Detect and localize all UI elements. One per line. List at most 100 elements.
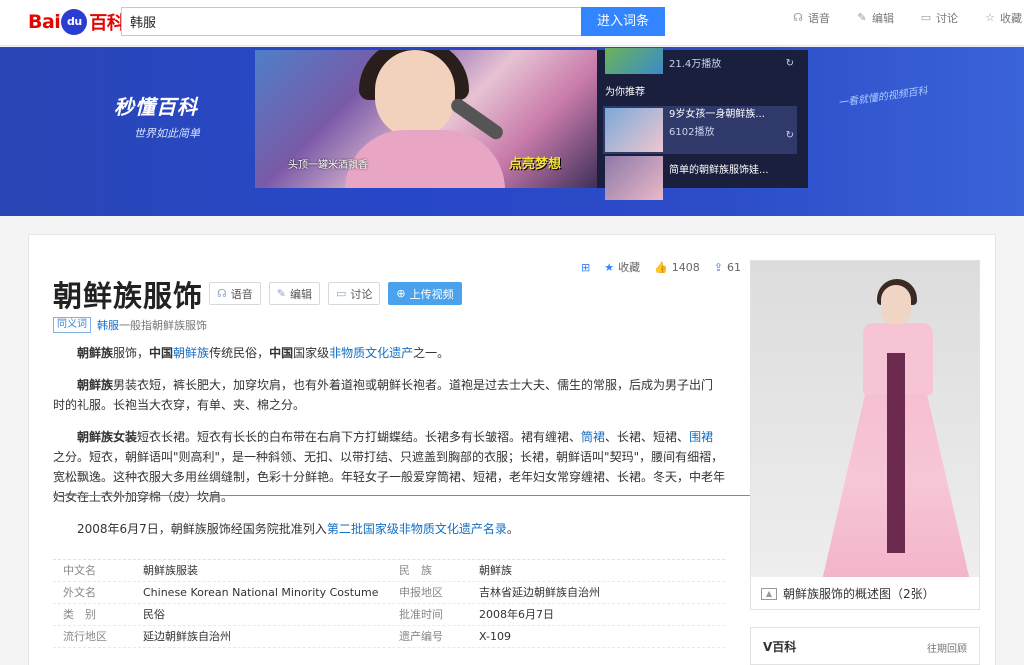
info-value-link[interactable]: 朝鲜族: [479, 560, 725, 581]
vbaike-title: V百科: [763, 640, 797, 654]
info-value: X-109: [479, 630, 511, 643]
recommend-panel: 21.4万播放 ↻ 为你推荐 9岁女孩一身朝鲜族... 6102播放 ↻ 简单的…: [597, 48, 808, 200]
text: 服饰，: [113, 346, 150, 360]
entry-toolbar: ☊ 语音 ✎ 编辑 ▭ 讨论 ⊕ 上传视频: [209, 282, 462, 305]
voice-label: 语音: [808, 12, 830, 25]
discuss-button[interactable]: ▭ 讨论: [328, 282, 381, 305]
info-value-link[interactable]: 民俗: [143, 604, 399, 625]
baidu-baike-logo[interactable]: Bai du 百科: [28, 6, 125, 38]
voice-button[interactable]: ☊ 语音: [209, 282, 261, 305]
video-frame-face: [375, 50, 455, 138]
top-bar: Baidu百科 进入词条 ☊ 语音 ✎ 编辑 ▭ 讨论 ☆ 收藏: [0, 0, 1024, 46]
link-intangible-heritage[interactable]: 非物质文化遗产: [329, 346, 413, 360]
like-count: 1408: [671, 260, 700, 274]
paw-icon: du: [61, 9, 88, 35]
video-frame-hanbok: [345, 130, 505, 188]
replay-icon[interactable]: ↻: [786, 130, 794, 141]
logo-text-bai: Bai: [28, 11, 61, 33]
video-views: 6102播放: [669, 127, 715, 138]
gallery-icon: ▲: [761, 587, 777, 600]
video-views: 21.4万播放: [669, 59, 722, 70]
text: 传统民俗，: [209, 346, 270, 360]
info-key: 类 别: [63, 608, 96, 621]
discuss-action[interactable]: ▭ 讨论: [920, 10, 958, 26]
banner-slogan: 一看就懂的视频百科: [837, 85, 929, 110]
info-value-link[interactable]: 吉林省延边朝鲜族自治州: [479, 582, 725, 603]
page-title: 朝鲜族服饰: [53, 279, 204, 313]
link-weiqun[interactable]: 围裙: [689, 430, 713, 444]
top-actions: ☊ 语音 ✎ 编辑 ▭ 讨论 ☆ 收藏: [792, 10, 1022, 26]
share-icon: ⇪: [713, 260, 724, 274]
info-key: 民 族: [399, 564, 432, 577]
text: 2008年6月7日，朝鲜族服饰经国务院批准列入: [77, 522, 327, 536]
synonym-tag: 同义词: [53, 317, 91, 333]
upload-video-label: 上传视频: [409, 287, 454, 301]
video-item-1[interactable]: 9岁女孩一身朝鲜族... 6102播放: [603, 106, 797, 154]
video-caption: 头顶一罐米酒飘香: [288, 160, 368, 171]
info-key: 外文名: [63, 586, 96, 599]
table-row: 流行地区 延边朝鲜族自治州 遗产编号 X-109: [53, 626, 725, 648]
synonym-link[interactable]: 韩服: [97, 319, 119, 332]
basic-info-table: 中文名 朝鲜族服装 民 族 朝鲜族 外文名 Chinese Korean Nat…: [53, 559, 725, 648]
info-value: 朝鲜族服装: [143, 564, 198, 577]
miaodong-logo[interactable]: 秒懂百科: [114, 91, 198, 120]
upload-video-button[interactable]: ⊕ 上传视频: [388, 282, 462, 305]
link-chaoxianzu[interactable]: 朝鲜族: [173, 346, 209, 360]
info-key: 中文名: [63, 564, 96, 577]
text: 。: [506, 522, 519, 536]
hanbok-photo[interactable]: [751, 261, 979, 577]
entry-summary: 朝鲜族服饰，中国朝鲜族传统民俗，中国国家级非物质文化遗产之一。 朝鲜族男装衣短，…: [53, 343, 725, 551]
discuss-label: 讨论: [936, 12, 958, 25]
miaodong-banner: 秒懂百科 世界如此简单 一看就懂的视频百科 头顶一罐米酒飘香 点亮梦想 21.4…: [0, 47, 1024, 216]
table-row: 中文名 朝鲜族服装 民 族 朝鲜族: [53, 560, 725, 582]
edit-label: 编辑: [872, 12, 894, 25]
chat-icon: ▭: [336, 287, 347, 300]
voice-action[interactable]: ☊ 语音: [792, 10, 830, 26]
replay-icon[interactable]: ↻: [786, 58, 794, 69]
star-icon: ☆: [985, 11, 995, 24]
table-row: 类 别 民俗 批准时间 2008年6月7日: [53, 604, 725, 626]
edit-button-label: 编辑: [290, 287, 312, 301]
photo-sash: [887, 353, 905, 553]
summary-image-box[interactable]: ▲ 朝鲜族服饰的概述图（2张）: [750, 260, 980, 610]
star-icon: ★: [604, 260, 615, 274]
collect-stat[interactable]: ★ 收藏: [604, 259, 640, 275]
link-tongqun[interactable]: 筒裙: [581, 430, 605, 444]
bold-text: 中国: [269, 346, 294, 360]
summary-paragraph-4: 2008年6月7日，朝鲜族服饰经国务院批准列入第二批国家级非物质文化遗产名录。: [53, 519, 725, 539]
logo-text-baike: 百科: [89, 13, 125, 34]
collect-label: 收藏: [618, 261, 641, 274]
link-heritage-list[interactable]: 第二批国家级非物质文化遗产名录: [327, 522, 507, 536]
info-value: Chinese Korean National Minority Costume: [143, 586, 379, 599]
image-caption-text: 朝鲜族服饰的概述图（2张）: [783, 587, 935, 601]
video-item-2[interactable]: 简单的朝鲜族服饰娃...: [605, 156, 769, 200]
pencil-icon: ✎: [276, 287, 286, 300]
table-row: 外文名 Chinese Korean National Minority Cos…: [53, 582, 725, 604]
info-value-link[interactable]: 延边朝鲜族自治州: [143, 626, 399, 647]
vbaike-more-link[interactable]: 往期回顾: [927, 640, 967, 655]
synonym-note: 同义词 韩服一般指朝鲜族服饰: [53, 317, 207, 333]
video-title: 9岁女孩一身朝鲜族...: [669, 109, 765, 120]
add-icon[interactable]: ⊞: [581, 261, 590, 274]
discuss-button-label: 讨论: [350, 287, 373, 301]
video-thumbnail: [605, 108, 663, 152]
edit-button[interactable]: ✎ 编辑: [268, 282, 320, 305]
edit-action[interactable]: ✎ 编辑: [856, 10, 894, 26]
collect-action[interactable]: ☆ 收藏: [984, 10, 1022, 26]
info-key: 流行地区: [63, 630, 107, 643]
search-input[interactable]: [121, 7, 581, 36]
share-stat[interactable]: ⇪ 61: [714, 261, 741, 274]
bold-text: 朝鲜族: [77, 378, 114, 392]
info-value: 2008年6月7日: [479, 608, 554, 621]
collect-label: 收藏: [1000, 12, 1022, 25]
video-item-top[interactable]: 21.4万播放: [605, 48, 721, 74]
image-caption[interactable]: ▲ 朝鲜族服饰的概述图（2张）: [761, 585, 935, 602]
summary-paragraph-1: 朝鲜族服饰，中国朝鲜族传统民俗，中国国家级非物质文化遗产之一。: [53, 343, 725, 363]
video-player[interactable]: 头顶一罐米酒飘香 点亮梦想: [255, 50, 597, 188]
like-stat[interactable]: 👍 1408: [654, 261, 700, 274]
enter-entry-button[interactable]: 进入词条: [581, 7, 665, 36]
text: 、长裙、短裙、: [605, 430, 690, 444]
video-title: 简单的朝鲜族服饰娃...: [669, 165, 769, 176]
summary-paragraph-2: 朝鲜族男装衣短，裤长肥大，加穿坎肩，也有外着道袍或朝鲜长袍者。道袍是过去士大夫、…: [53, 375, 725, 415]
headphones-icon: ☊: [793, 11, 803, 24]
